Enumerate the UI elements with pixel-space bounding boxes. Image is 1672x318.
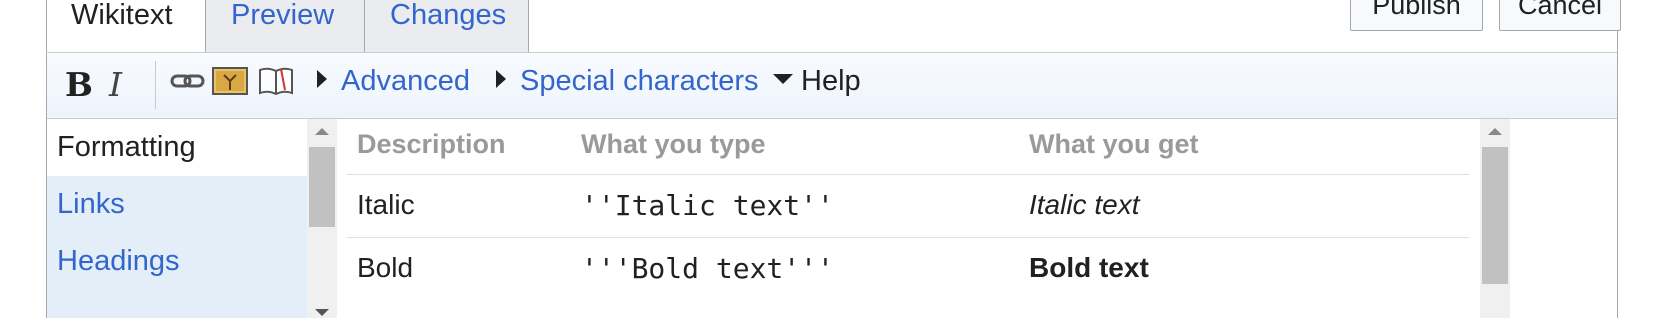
advanced-label: Advanced	[341, 65, 470, 97]
tab-changes[interactable]: Changes	[364, 0, 529, 53]
scrollbar-thumb[interactable]	[1482, 147, 1508, 284]
special-characters-group-toggle[interactable]: Special characters	[496, 65, 759, 98]
row-divider	[347, 237, 1469, 238]
expand-down-icon	[773, 74, 793, 85]
cancel-button[interactable]: Cancel	[1499, 0, 1621, 31]
table-cell-what-you-type: '''Bold text'''	[581, 252, 834, 285]
row-divider	[347, 174, 1469, 175]
tab-preview[interactable]: Preview	[205, 0, 365, 53]
help-section-links[interactable]: Links	[47, 176, 307, 233]
publish-button[interactable]: Publish	[1350, 0, 1483, 31]
help-table-scrollbar[interactable]	[1480, 119, 1510, 318]
help-group-toggle[interactable]: Help	[773, 65, 861, 98]
help-section-list: Formatting Links Headings	[47, 119, 307, 318]
toolbar-divider	[155, 61, 156, 109]
column-header-description: Description	[357, 129, 506, 159]
special-characters-label: Special characters	[520, 65, 759, 97]
tab-wikitext[interactable]: Wikitext	[46, 0, 206, 53]
italic-button[interactable]: I	[109, 65, 122, 104]
help-nav-scrollbar[interactable]	[307, 119, 337, 318]
table-cell-description: Bold	[357, 252, 414, 283]
cite-book-icon[interactable]	[257, 66, 295, 101]
tab-label: Wikitext	[71, 0, 173, 31]
editing-toolbar: B I Advanced Special characters Help	[47, 52, 1617, 119]
expand-right-icon	[317, 70, 327, 89]
scroll-up-icon[interactable]	[315, 128, 329, 135]
table-cell-description: Italic	[357, 189, 415, 220]
embedded-file-icon[interactable]	[212, 66, 248, 101]
table-cell-what-you-type: ''Italic text''	[581, 189, 834, 222]
help-section-headings[interactable]: Headings	[47, 233, 307, 290]
scrollbar-thumb[interactable]	[309, 147, 335, 227]
table-cell-what-you-get: Bold text	[1029, 252, 1149, 283]
scroll-up-icon[interactable]	[1488, 128, 1502, 135]
help-label: Help	[801, 65, 861, 97]
column-header-what-you-get: What you get	[1029, 129, 1199, 159]
link-icon[interactable]	[170, 66, 206, 101]
tab-label: Changes	[390, 0, 507, 31]
tab-label: Preview	[231, 0, 335, 31]
expand-right-icon	[496, 70, 506, 89]
wikitext-editor: Wikitext Preview Changes Publish Cancel …	[46, 0, 1621, 318]
column-header-what-you-type: What you type	[581, 129, 766, 159]
table-cell-what-you-get: Italic text	[1029, 189, 1140, 220]
bold-button[interactable]: B	[65, 65, 93, 104]
help-section-formatting[interactable]: Formatting	[47, 119, 307, 176]
advanced-group-toggle[interactable]: Advanced	[317, 65, 470, 98]
scroll-down-icon[interactable]	[315, 309, 329, 316]
